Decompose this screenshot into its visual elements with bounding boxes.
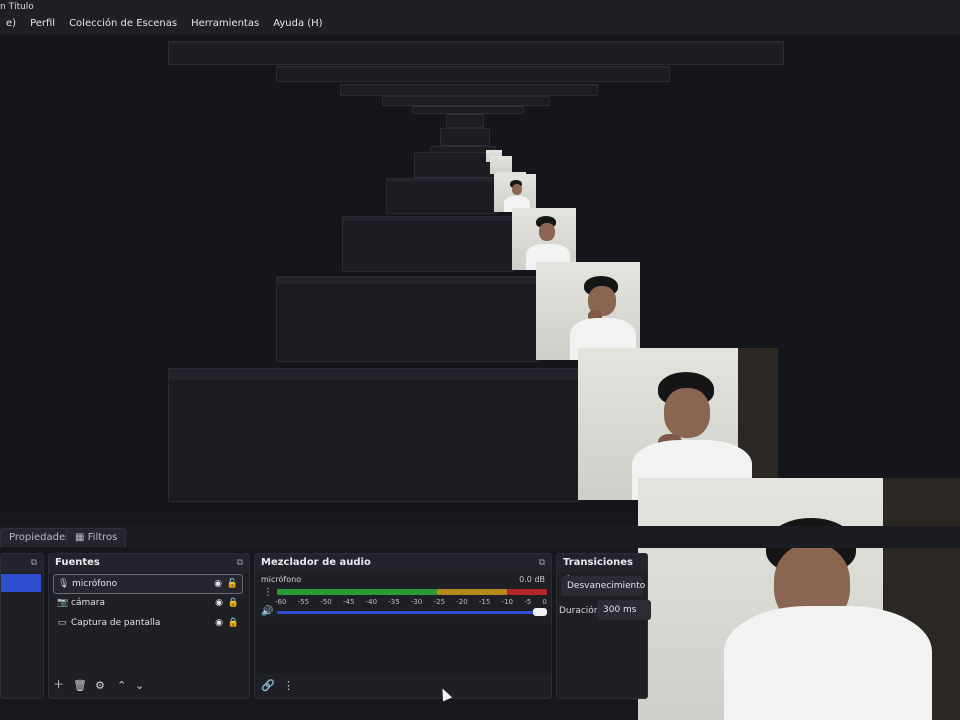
webcam-thumbnail-5	[512, 208, 576, 270]
mixer-level: 0.0 dB	[519, 575, 545, 584]
nested-capture-3	[340, 84, 598, 96]
window-title: n Título	[0, 2, 34, 12]
duration-label: Duración	[559, 606, 600, 616]
source-item-microphone[interactable]: 🎙 micrófono ◉ 🔓	[53, 574, 243, 594]
sources-header: Fuentes	[55, 557, 100, 568]
move-down-icon[interactable]: ⌄	[135, 679, 144, 692]
menu-item-scene-collection[interactable]: Colección de Escenas	[63, 14, 185, 34]
audio-mixer-dock: Mezclador de audio ⧉ micrófono 0.0 dB ⋮ …	[254, 553, 552, 699]
dock-float-icon[interactable]: ⧉	[31, 554, 37, 572]
sources-dock: Fuentes ⧉ 🎙 micrófono ◉ 🔓 📷 cámara ◉ 🔒 ▭…	[48, 553, 250, 699]
mixer-empty-area	[255, 624, 551, 674]
eye-icon[interactable]: ◉	[214, 575, 222, 593]
window-title-bar: n Título	[0, 0, 960, 14]
menu-item-tools[interactable]: Herramientas	[185, 14, 267, 34]
nested-capture-12	[276, 276, 540, 362]
menu-item-profile[interactable]: Perfil	[24, 14, 63, 34]
channel-menu-icon[interactable]: ⋮	[263, 587, 273, 598]
move-up-icon[interactable]: ⌃	[117, 679, 126, 692]
link-icon[interactable]: 🔗	[261, 679, 275, 692]
menu-item-edit[interactable]: e)	[0, 14, 24, 34]
transition-type-select[interactable]: Desvanecimiento	[561, 576, 645, 596]
duration-input[interactable]: 300 ms	[597, 600, 651, 620]
meter-red	[507, 589, 547, 595]
unlock-icon[interactable]: 🔓	[227, 575, 238, 593]
nested-capture-10	[386, 178, 498, 214]
source-label: micrófono	[72, 579, 118, 589]
dock-float-icon[interactable]: ⧉	[237, 554, 243, 572]
nested-capture-7	[440, 128, 490, 146]
dock-float-icon[interactable]: ⧉	[539, 554, 545, 572]
volume-slider-handle[interactable]	[533, 608, 547, 616]
transitions-dock: Transiciones de u Desvanecimiento Duraci…	[556, 553, 651, 699]
monitor-icon: ▭	[57, 618, 67, 628]
source-label: cámara	[71, 598, 105, 608]
webcam-thumbnail-4	[494, 174, 536, 212]
nested-capture-5	[412, 106, 524, 114]
eye-icon[interactable]: ◉	[215, 614, 223, 632]
selected-scene-item[interactable]	[1, 574, 41, 592]
source-item-camera[interactable]: 📷 cámara ◉ 🔒	[53, 594, 243, 612]
tab-filters[interactable]: ▦ Filtros	[66, 528, 127, 547]
lock-icon[interactable]: 🔒	[228, 614, 239, 632]
volume-slider[interactable]	[277, 611, 537, 614]
microphone-icon: 🎙	[58, 579, 70, 589]
scenes-dock: ⧉	[0, 553, 44, 699]
preview-canvas[interactable]	[0, 36, 960, 512]
menu-item-help[interactable]: Ayuda (H)	[267, 14, 330, 34]
mixer-header: Mezclador de audio	[261, 557, 371, 568]
source-label: Captura de pantalla	[71, 618, 161, 628]
nested-capture-4	[382, 96, 550, 106]
nested-capture-2	[276, 66, 670, 82]
remove-source-icon[interactable]: 🗑	[73, 679, 87, 692]
camera-icon: 📷	[57, 598, 69, 608]
more-options-icon[interactable]: ⋮	[283, 679, 294, 692]
nested-capture-1	[168, 41, 784, 65]
dock-tab-bar: Propiedades ▦ Filtros	[0, 526, 960, 548]
tab-filters-label: Filtros	[87, 532, 118, 543]
speaker-icon[interactable]: 🔊	[261, 606, 273, 617]
nested-capture-13	[168, 368, 580, 502]
nested-capture-11	[342, 216, 514, 272]
source-item-screen-capture[interactable]: ▭ Captura de pantalla ◉ 🔒	[53, 614, 243, 632]
gear-icon[interactable]: ⚙	[95, 679, 105, 692]
menu-bar: e) Perfil Colección de Escenas Herramien…	[0, 14, 960, 34]
filter-icon: ▦	[75, 532, 88, 543]
tab-properties-label: Propiedades	[9, 532, 71, 543]
meter-green	[277, 589, 437, 595]
lock-icon[interactable]: 🔒	[228, 594, 239, 612]
nested-capture-9	[414, 152, 496, 178]
eye-icon[interactable]: ◉	[215, 594, 223, 612]
nested-capture-6	[446, 114, 484, 128]
add-source-button[interactable]: ＋	[53, 676, 64, 692]
meter-yellow	[437, 589, 507, 595]
meter-scale: -60 -55 -50 -45 -40 -35 -30 -25 -20 -15 -10 -5 0	[275, 598, 547, 606]
mixer-channel-name: micrófono	[261, 575, 302, 584]
webcam-thumbnail-6	[536, 262, 640, 360]
webcam-preview	[638, 478, 960, 720]
